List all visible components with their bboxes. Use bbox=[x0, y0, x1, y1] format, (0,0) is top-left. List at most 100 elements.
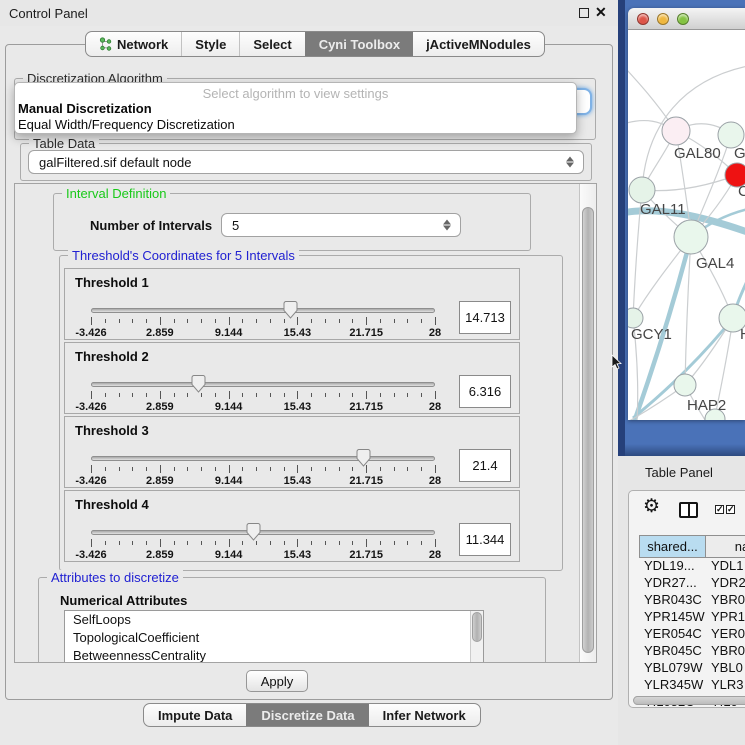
threshold-slider[interactable]: -3.4262.8599.14415.4321.71528 bbox=[91, 530, 435, 562]
tick-label: 9.144 bbox=[215, 549, 243, 561]
threshold-value-field[interactable]: 21.4 bbox=[459, 449, 511, 482]
tick-mark bbox=[187, 467, 188, 471]
tick-mark bbox=[105, 319, 106, 323]
checkbox-icon[interactable]: ✓ bbox=[726, 505, 735, 514]
scrollbar-thumb[interactable] bbox=[582, 207, 594, 653]
tick-label: -3.426 bbox=[75, 475, 106, 487]
threshold-slider[interactable]: -3.4262.8599.14415.4321.71528 bbox=[91, 308, 435, 340]
bottom-tab-impute-data[interactable]: Impute Data bbox=[144, 704, 246, 726]
tick-mark bbox=[132, 541, 133, 545]
tick-mark bbox=[201, 541, 202, 545]
apply-button[interactable]: Apply bbox=[246, 670, 308, 692]
minimize-traffic-light-icon[interactable] bbox=[657, 13, 669, 25]
tick-label: 15.43 bbox=[284, 549, 312, 561]
gear-icon[interactable]: ⚙ bbox=[643, 497, 660, 516]
list-scrollbar[interactable] bbox=[470, 611, 483, 663]
attribute-list-item[interactable]: BetweennessCentrality bbox=[65, 647, 483, 663]
table-row[interactable]: YLR345WYLR3 bbox=[639, 677, 745, 694]
column-view-icon[interactable] bbox=[679, 502, 698, 518]
threshold-slider[interactable]: -3.4262.8599.14415.4321.71528 bbox=[91, 456, 435, 488]
table-row[interactable]: YER054CYER0 bbox=[639, 626, 745, 643]
tick-mark bbox=[435, 539, 436, 547]
table-row[interactable]: YBR045CYBR0 bbox=[639, 643, 745, 660]
bottom-tab-discretize-data[interactable]: Discretize Data bbox=[246, 704, 368, 726]
tab-select[interactable]: Select bbox=[239, 32, 304, 56]
dropdown-option-equal-width-frequency[interactable]: Equal Width/Frequency Discretization bbox=[15, 117, 576, 133]
network-node[interactable] bbox=[662, 117, 690, 145]
table-data-combobox[interactable]: galFiltered.sif default node bbox=[28, 150, 584, 174]
tab-jactivemnodules[interactable]: jActiveMNodules bbox=[413, 32, 544, 56]
float-window-icon[interactable] bbox=[579, 8, 589, 18]
tick-mark bbox=[174, 319, 175, 323]
tick-label: 28 bbox=[429, 327, 441, 339]
slider-track[interactable] bbox=[91, 382, 435, 387]
tick-mark bbox=[311, 541, 312, 545]
tick-mark bbox=[435, 465, 436, 473]
group-title: Attributes to discretize bbox=[47, 570, 183, 585]
tick-mark bbox=[407, 467, 408, 471]
tick-mark bbox=[242, 467, 243, 471]
tab-network[interactable]: Network bbox=[86, 32, 181, 56]
table-row[interactable]: YBR043CYBR0 bbox=[639, 592, 745, 609]
slider-handle[interactable] bbox=[283, 301, 298, 319]
network-window-titlebar[interactable] bbox=[628, 8, 745, 30]
tick-label: 28 bbox=[429, 475, 441, 487]
numerical-attributes-list[interactable]: SelfLoopsTopologicalCoefficientBetweenne… bbox=[64, 610, 484, 663]
threshold-label: Threshold 1 bbox=[75, 275, 149, 290]
tick-mark bbox=[256, 319, 257, 323]
table-row[interactable]: YPR145WYPR1 bbox=[639, 609, 745, 626]
column-header-na[interactable]: na bbox=[706, 535, 745, 558]
tick-mark bbox=[201, 467, 202, 471]
dropdown-placeholder: Select algorithm to view settings bbox=[15, 86, 576, 101]
threshold-value-field[interactable]: 11.344 bbox=[459, 523, 511, 556]
panel-scrollbar[interactable] bbox=[579, 184, 596, 662]
table-cell: YDR27... bbox=[639, 575, 706, 592]
tab-style[interactable]: Style bbox=[181, 32, 239, 56]
tick-mark bbox=[256, 393, 257, 397]
tick-mark bbox=[407, 319, 408, 323]
slider-track[interactable] bbox=[91, 308, 435, 313]
tick-mark bbox=[160, 465, 161, 473]
network-node[interactable] bbox=[674, 374, 696, 396]
tick-mark bbox=[421, 467, 422, 471]
scrollbar-thumb[interactable] bbox=[472, 612, 482, 642]
table-cell: YDR2 bbox=[706, 575, 745, 592]
close-traffic-light-icon[interactable] bbox=[637, 13, 649, 25]
table-row[interactable]: YDL19...YDL1 bbox=[639, 558, 745, 575]
slider-track[interactable] bbox=[91, 530, 435, 535]
close-icon[interactable]: ✕ bbox=[595, 4, 607, 21]
network-node[interactable] bbox=[628, 308, 643, 328]
tick-mark bbox=[352, 393, 353, 397]
node-label: GAL4 bbox=[696, 255, 734, 272]
horizontal-scrollbar[interactable] bbox=[633, 696, 745, 705]
network-node[interactable] bbox=[629, 177, 655, 203]
threshold-value-field[interactable]: 14.713 bbox=[459, 301, 511, 334]
tick-mark bbox=[352, 541, 353, 545]
network-node[interactable] bbox=[674, 220, 708, 254]
checkbox-icon[interactable]: ✓ bbox=[715, 505, 724, 514]
threshold-value-field[interactable]: 6.316 bbox=[459, 375, 511, 408]
slider-track[interactable] bbox=[91, 456, 435, 461]
attribute-list-item[interactable]: TopologicalCoefficient bbox=[65, 629, 483, 647]
slider-handle[interactable] bbox=[191, 375, 206, 393]
slider-handle[interactable] bbox=[246, 523, 261, 541]
tick-mark bbox=[297, 539, 298, 547]
column-header-shared-[interactable]: shared... bbox=[639, 535, 706, 558]
tick-mark bbox=[174, 541, 175, 545]
network-window[interactable]: GAL80GACGAL11GAL4GCY1HHAP2 bbox=[628, 8, 745, 420]
table-row[interactable]: YDR27...YDR2 bbox=[639, 575, 745, 592]
tick-label: 28 bbox=[429, 401, 441, 413]
network-view-canvas[interactable]: GAL80GACGAL11GAL4GCY1HHAP2 bbox=[628, 30, 745, 420]
dropdown-option-manual-discretization[interactable]: Manual Discretization bbox=[15, 101, 576, 117]
zoom-traffic-light-icon[interactable] bbox=[677, 13, 689, 25]
number-of-intervals-combobox[interactable]: 5 bbox=[221, 213, 461, 237]
attribute-list-item[interactable]: SelfLoops bbox=[65, 611, 483, 629]
tab-cyni-toolbox[interactable]: Cyni Toolbox bbox=[305, 32, 413, 56]
slider-handle[interactable] bbox=[356, 449, 371, 467]
tick-mark bbox=[339, 541, 340, 545]
network-edge[interactable] bbox=[642, 175, 737, 191]
bottom-tab-infer-network[interactable]: Infer Network bbox=[369, 704, 480, 726]
tick-mark bbox=[174, 393, 175, 397]
threshold-slider[interactable]: -3.4262.8599.14415.4321.71528 bbox=[91, 382, 435, 414]
table-row[interactable]: YBL079WYBL0 bbox=[639, 660, 745, 677]
